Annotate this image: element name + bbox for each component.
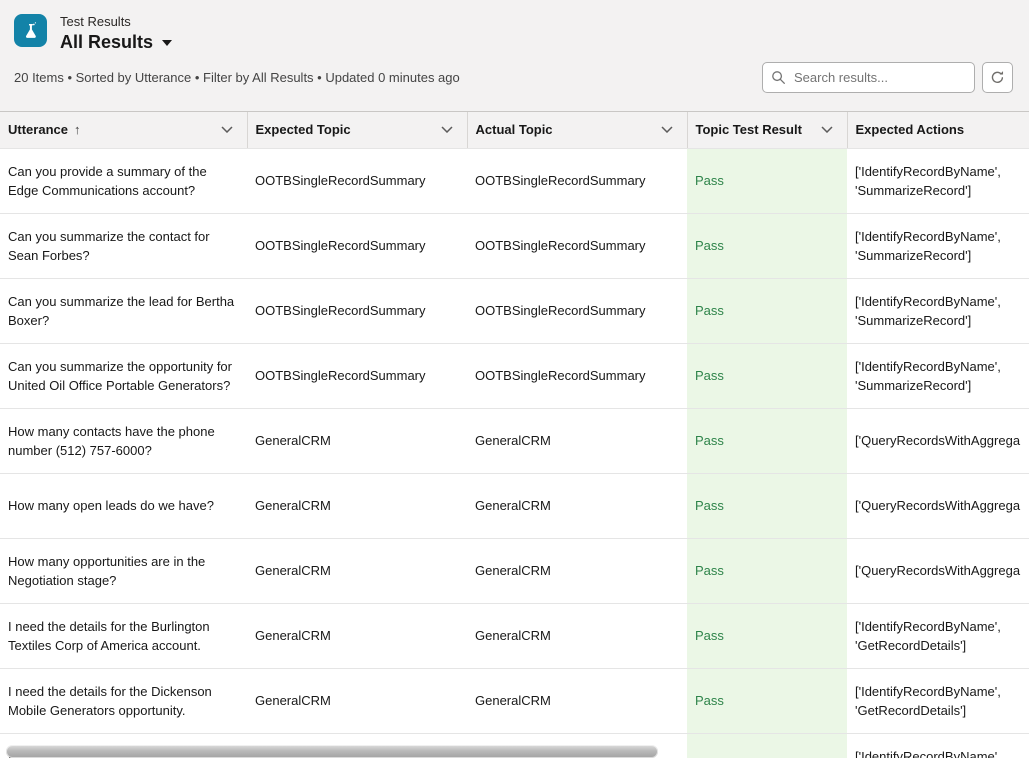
table-header-row: Utterance ↑ Expected Topic bbox=[0, 112, 1029, 148]
chevron-down-icon[interactable] bbox=[221, 126, 239, 133]
search-input[interactable] bbox=[762, 62, 975, 93]
topic-test-result-cell: Pass bbox=[687, 603, 847, 668]
expected-topic-cell: OOTBSingleRecordSummary bbox=[247, 213, 467, 278]
topic-test-result-cell: Pass bbox=[687, 668, 847, 733]
sort-ascending-icon: ↑ bbox=[74, 122, 81, 137]
table-row[interactable]: How many contacts have the phone number … bbox=[0, 408, 1029, 473]
utterance-cell: How many contacts have the phone number … bbox=[0, 408, 247, 473]
chevron-down-icon[interactable] bbox=[441, 126, 459, 133]
title-row: Test Results All Results bbox=[14, 14, 1013, 53]
expected-actions-cell: ['IdentifyRecordByName', 'SummarizeRecor… bbox=[847, 148, 1029, 213]
column-label: Expected Actions bbox=[856, 122, 965, 137]
expected-actions-cell: ['IdentifyRecordByName', 'GetRecordDetai… bbox=[847, 603, 1029, 668]
utterance-cell: I need the details for the Burlington Te… bbox=[0, 603, 247, 668]
results-table: Utterance ↑ Expected Topic bbox=[0, 112, 1029, 758]
topic-test-result-cell: Pass bbox=[687, 538, 847, 603]
actual-topic-cell: GeneralCRM bbox=[467, 603, 687, 668]
column-header-topic-test-result[interactable]: Topic Test Result bbox=[687, 112, 847, 148]
column-header-expected-actions[interactable]: Expected Actions bbox=[847, 112, 1029, 148]
actual-topic-cell: OOTBSingleRecordSummary bbox=[467, 213, 687, 278]
actual-topic-cell: GeneralCRM bbox=[467, 473, 687, 538]
column-header-actual-topic[interactable]: Actual Topic bbox=[467, 112, 687, 148]
expected-topic-cell: GeneralCRM bbox=[247, 603, 467, 668]
column-label: Topic Test Result bbox=[696, 122, 802, 137]
expected-actions-cell: ['IdentifyRecordByName', 'SummarizeRecor… bbox=[847, 278, 1029, 343]
refresh-button[interactable] bbox=[982, 62, 1013, 93]
expected-actions-cell: ['IdentifyRecordByName', 'SummarizeRecor… bbox=[847, 343, 1029, 408]
utterance-cell: Can you provide a summary of the Edge Co… bbox=[0, 148, 247, 213]
horizontal-scrollbar-thumb[interactable] bbox=[6, 745, 658, 758]
column-label: Actual Topic bbox=[476, 122, 553, 137]
expected-actions-cell: ['QueryRecordsWithAggrega bbox=[847, 473, 1029, 538]
expected-actions-cell: ['IdentifyRecordByName' bbox=[847, 733, 1029, 758]
expected-topic-cell: GeneralCRM bbox=[247, 538, 467, 603]
utterance-cell: How many open leads do we have? bbox=[0, 473, 247, 538]
chevron-down-icon[interactable] bbox=[661, 126, 679, 133]
flask-icon bbox=[14, 14, 47, 47]
actual-topic-cell: GeneralCRM bbox=[467, 408, 687, 473]
table-row[interactable]: I need the details for the Dickenson Mob… bbox=[0, 668, 1029, 733]
refresh-icon bbox=[990, 70, 1005, 85]
results-tbody: Can you provide a summary of the Edge Co… bbox=[0, 148, 1029, 758]
expected-actions-cell: ['QueryRecordsWithAggrega bbox=[847, 408, 1029, 473]
column-header-expected-topic[interactable]: Expected Topic bbox=[247, 112, 467, 148]
expected-actions-cell: ['QueryRecordsWithAggrega bbox=[847, 538, 1029, 603]
search-box bbox=[762, 62, 975, 93]
expected-topic-cell: GeneralCRM bbox=[247, 473, 467, 538]
topic-test-result-cell: Pass bbox=[687, 473, 847, 538]
list-view-selector[interactable]: All Results bbox=[60, 31, 172, 53]
utterance-cell: Can you summarize the contact for Sean F… bbox=[0, 213, 247, 278]
utterance-cell: Can you summarize the opportunity for Un… bbox=[0, 343, 247, 408]
chevron-down-icon[interactable] bbox=[821, 126, 839, 133]
table-row[interactable]: I need the details for the Burlington Te… bbox=[0, 603, 1029, 668]
actual-topic-cell: GeneralCRM bbox=[467, 538, 687, 603]
topic-test-result-cell: Pass bbox=[687, 148, 847, 213]
column-label: Utterance bbox=[8, 122, 68, 137]
actual-topic-cell: OOTBSingleRecordSummary bbox=[467, 148, 687, 213]
actual-topic-cell: OOTBSingleRecordSummary bbox=[467, 343, 687, 408]
topic-test-result-cell: Pass bbox=[687, 213, 847, 278]
table-row[interactable]: Can you summarize the contact for Sean F… bbox=[0, 213, 1029, 278]
table-row[interactable]: How many open leads do we have? GeneralC… bbox=[0, 473, 1029, 538]
expected-actions-cell: ['IdentifyRecordByName', 'GetRecordDetai… bbox=[847, 668, 1029, 733]
topic-test-result-cell: Pass bbox=[687, 343, 847, 408]
utterance-cell: How many opportunities are in the Negoti… bbox=[0, 538, 247, 603]
table-row[interactable]: Can you summarize the opportunity for Un… bbox=[0, 343, 1029, 408]
page-header: Test Results All Results 20 Items • Sort… bbox=[0, 0, 1029, 112]
toolbar: 20 Items • Sorted by Utterance • Filter … bbox=[14, 62, 1013, 93]
topic-test-result-cell: Pass bbox=[687, 408, 847, 473]
view-name: All Results bbox=[60, 31, 153, 53]
list-meta: 20 Items • Sorted by Utterance • Filter … bbox=[14, 70, 460, 85]
actual-topic-cell: GeneralCRM bbox=[467, 668, 687, 733]
topic-test-result-cell: Pass bbox=[687, 278, 847, 343]
utterance-cell: I need the details for the Dickenson Mob… bbox=[0, 668, 247, 733]
toolbar-right bbox=[762, 62, 1013, 93]
expected-topic-cell: GeneralCRM bbox=[247, 668, 467, 733]
topic-test-result-cell bbox=[687, 733, 847, 758]
column-label: Expected Topic bbox=[256, 122, 351, 137]
expected-topic-cell: GeneralCRM bbox=[247, 408, 467, 473]
expected-topic-cell: OOTBSingleRecordSummary bbox=[247, 343, 467, 408]
table-row[interactable]: Can you summarize the lead for Bertha Bo… bbox=[0, 278, 1029, 343]
table-row[interactable]: Can you provide a summary of the Edge Co… bbox=[0, 148, 1029, 213]
actual-topic-cell: OOTBSingleRecordSummary bbox=[467, 278, 687, 343]
table-row[interactable]: How many opportunities are in the Negoti… bbox=[0, 538, 1029, 603]
expected-topic-cell: OOTBSingleRecordSummary bbox=[247, 148, 467, 213]
column-header-utterance[interactable]: Utterance ↑ bbox=[0, 112, 247, 148]
titles: Test Results All Results bbox=[60, 14, 172, 53]
utterance-cell: Can you summarize the lead for Bertha Bo… bbox=[0, 278, 247, 343]
entity-label: Test Results bbox=[60, 14, 172, 30]
expected-topic-cell: OOTBSingleRecordSummary bbox=[247, 278, 467, 343]
expected-actions-cell: ['IdentifyRecordByName', 'SummarizeRecor… bbox=[847, 213, 1029, 278]
chevron-down-icon bbox=[162, 40, 172, 46]
